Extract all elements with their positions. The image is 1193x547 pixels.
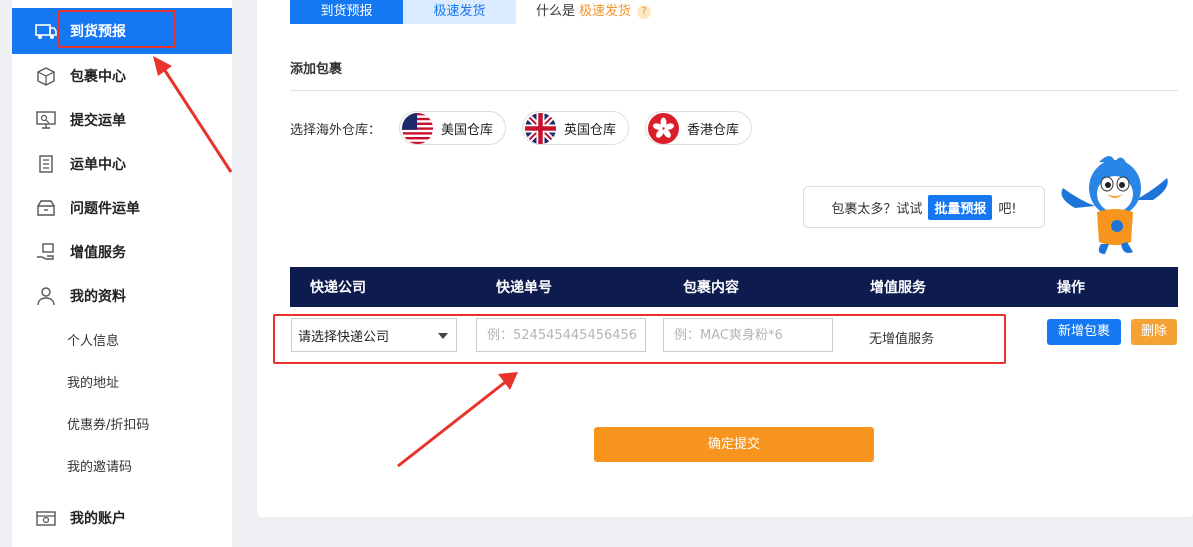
warehouse-label: 选择海外仓库： xyxy=(290,122,382,138)
th-value-added: 增值服务 xyxy=(870,280,926,296)
sidebar-item-label: 我的账户 xyxy=(70,511,126,527)
delete-button[interactable]: 删除 xyxy=(1131,319,1177,345)
sidebar-item-arrival-forecast[interactable]: 到货预报 xyxy=(12,8,232,54)
uk-flag-icon xyxy=(525,112,557,144)
open-box-icon xyxy=(34,198,58,218)
batch-forecast-button[interactable]: 批量预报 xyxy=(928,194,993,220)
clipboard-list-icon xyxy=(34,154,58,174)
sidebar-item-label: 问题件运单 xyxy=(70,201,140,217)
th-package-content: 包裹内容 xyxy=(683,280,739,296)
main-panel: 到货预报 极速发货 什么是 极速发货 ? 添加包裹 选择海外仓库： 美国仓库 英… xyxy=(257,0,1193,517)
wallet-icon xyxy=(34,508,58,528)
warehouse-us-label: 美国仓库 xyxy=(441,122,494,138)
sidebar-subitem-my-address[interactable]: 我的地址 xyxy=(12,360,232,402)
divider xyxy=(290,90,1178,91)
tab-express-shipping[interactable]: 极速发货 xyxy=(403,0,516,24)
batch-forecast-tip: 包裹太多？试试 批量预报 吧! xyxy=(803,186,1045,228)
warehouse-hk-label: 香港仓库 xyxy=(687,122,740,138)
sidebar-item-label: 包裹中心 xyxy=(70,69,126,85)
sidebar-item-label: 运单中心 xyxy=(70,157,126,173)
help-icon[interactable]: ? xyxy=(637,5,652,19)
monitor-icon xyxy=(34,110,58,130)
sidebar-subitem-invite-code[interactable]: 我的邀请码 xyxy=(12,444,232,486)
package-table-header: 快递公司 快递单号 包裹内容 增值服务 操作 xyxy=(290,267,1178,307)
tab-bar: 到货预报 极速发货 什么是 极速发货 ? xyxy=(290,0,652,24)
sidebar-item-my-account[interactable]: 我的账户 xyxy=(12,496,232,540)
th-actions: 操作 xyxy=(1057,280,1085,296)
what-is-prefix: 什么是 xyxy=(536,4,576,19)
express-shipping-link[interactable]: 极速发货 xyxy=(579,2,631,22)
hk-flag-icon xyxy=(648,112,680,144)
tip-prefix: 包裹太多？试试 xyxy=(831,201,923,217)
warehouse-uk-label: 英国仓库 xyxy=(564,122,617,138)
sidebar: 到货预报 包裹中心 提交运单 运单中心 问题件运单 增值服务 我的资料 个人信息… xyxy=(12,0,232,547)
hand-package-icon xyxy=(34,242,58,262)
warehouse-hk-button[interactable]: 香港仓库 xyxy=(645,111,753,145)
sidebar-subitem-coupons[interactable]: 优惠券/折扣码 xyxy=(12,402,232,444)
th-courier: 快递公司 xyxy=(310,280,366,296)
us-flag-icon xyxy=(402,112,434,144)
sidebar-item-package-center[interactable]: 包裹中心 xyxy=(12,54,232,98)
user-icon xyxy=(34,286,58,306)
bird-mascot-icon xyxy=(1061,156,1168,254)
section-title: 添加包裹 xyxy=(290,62,343,77)
annotation-row-highlight xyxy=(273,314,1006,364)
add-package-button[interactable]: 新增包裹 xyxy=(1047,319,1121,345)
warehouse-uk-button[interactable]: 英国仓库 xyxy=(522,111,630,145)
submit-button[interactable]: 确定提交 xyxy=(594,427,874,462)
sidebar-item-value-added-services[interactable]: 增值服务 xyxy=(12,230,232,274)
sidebar-item-label: 提交运单 xyxy=(70,113,126,129)
package-box-icon xyxy=(34,66,58,86)
sidebar-item-my-profile[interactable]: 我的资料 xyxy=(12,274,232,318)
sidebar-item-problem-waybill[interactable]: 问题件运单 xyxy=(12,186,232,230)
sidebar-item-waybill-center[interactable]: 运单中心 xyxy=(12,142,232,186)
warehouse-us-button[interactable]: 美国仓库 xyxy=(399,111,507,145)
sidebar-item-label: 到货预报 xyxy=(70,24,126,40)
sidebar-item-label: 我的资料 xyxy=(70,289,126,305)
warehouse-selector: 选择海外仓库： 美国仓库 英国仓库 香港仓库 xyxy=(290,111,768,145)
tip-suffix: 吧! xyxy=(998,201,1017,217)
th-tracking-number: 快递单号 xyxy=(496,280,552,296)
delivery-truck-icon xyxy=(34,21,58,41)
what-is-express-info: 什么是 极速发货 ? xyxy=(536,0,652,24)
sidebar-item-submit-waybill[interactable]: 提交运单 xyxy=(12,98,232,142)
sidebar-item-label: 增值服务 xyxy=(70,245,126,261)
tab-arrival-forecast[interactable]: 到货预报 xyxy=(290,0,403,24)
sidebar-subitem-personal-info[interactable]: 个人信息 xyxy=(12,318,232,360)
